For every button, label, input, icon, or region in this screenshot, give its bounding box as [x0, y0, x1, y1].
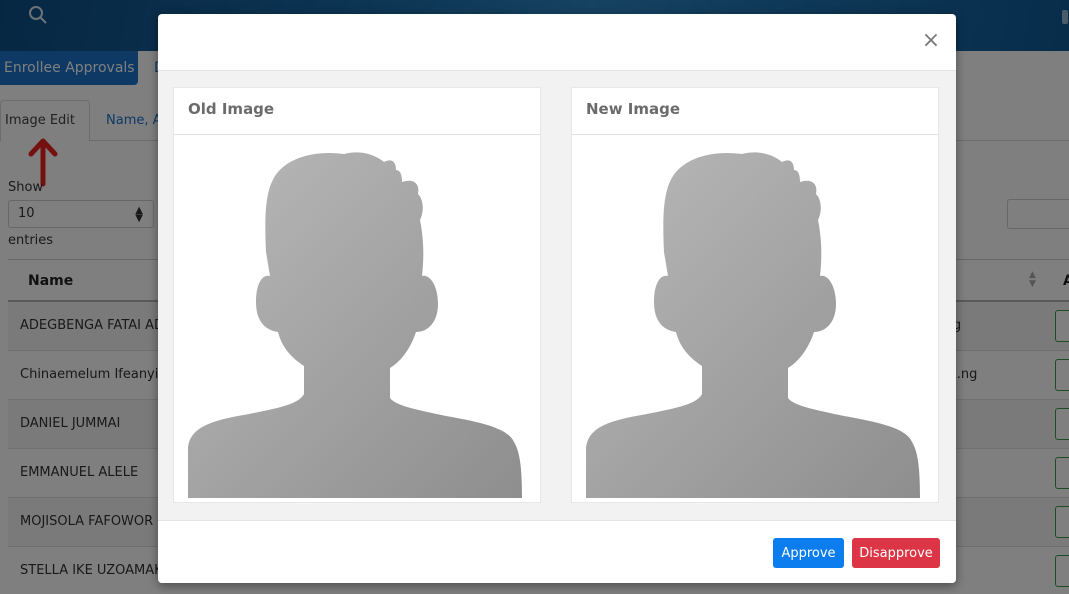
new-image-card: New Image — [571, 87, 939, 503]
modal-footer: Approve Disapprove — [158, 520, 956, 583]
person-silhouette-icon — [586, 152, 920, 498]
modal-body: Old Image New Image — [158, 71, 956, 520]
new-image — [572, 136, 938, 502]
approve-button[interactable]: Approve — [773, 538, 844, 568]
image-approval-modal: × Old Image New Image Approve Disapprove — [158, 14, 956, 583]
disapprove-button[interactable]: Disapprove — [852, 538, 940, 568]
new-image-title: New Image — [586, 100, 681, 118]
old-image-title: Old Image — [188, 100, 275, 118]
new-image-card-header: New Image — [572, 88, 938, 135]
close-icon[interactable]: × — [921, 30, 941, 52]
old-image-card-header: Old Image — [174, 88, 540, 135]
old-image-card: Old Image — [173, 87, 541, 503]
person-silhouette-icon — [188, 152, 522, 498]
old-image — [174, 136, 540, 502]
modal-header: × — [158, 14, 956, 71]
